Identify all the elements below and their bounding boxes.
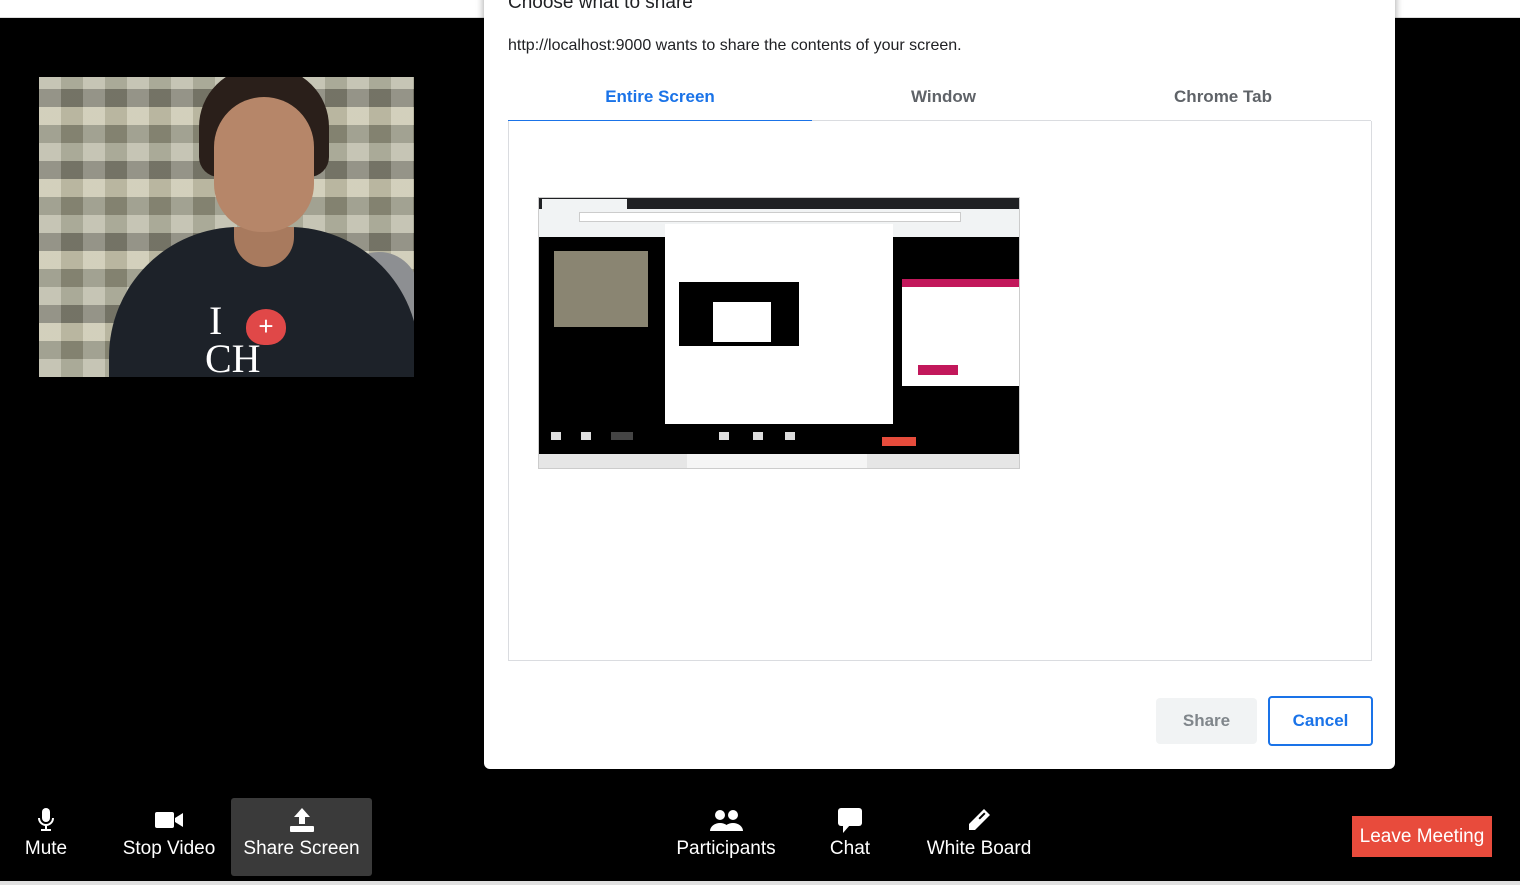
leave-meeting-button[interactable]: Leave Meeting	[1352, 816, 1492, 857]
tab-chrome-tab[interactable]: Chrome Tab	[1075, 76, 1371, 120]
microphone-icon	[38, 808, 54, 831]
share-button[interactable]: Share	[1156, 698, 1257, 744]
entire-screen-thumbnail[interactable]	[538, 197, 1020, 469]
tab-entire-screen[interactable]: Entire Screen	[508, 76, 812, 123]
shirt-heart-icon: +	[246, 309, 286, 345]
thumb-inner-screen	[679, 282, 799, 346]
upload-icon	[289, 808, 314, 832]
white-board-button[interactable]: White Board	[918, 798, 1040, 876]
thumb-icon	[719, 432, 729, 440]
stop-video-label: Stop Video	[122, 838, 216, 859]
self-video-tile: I CH +	[39, 77, 414, 377]
thumb-icon	[611, 432, 633, 440]
white-board-label: White Board	[926, 838, 1032, 859]
person-face	[214, 97, 314, 232]
bottom-edge	[0, 881, 1520, 885]
thumb-icon	[785, 432, 795, 440]
share-screen-label: Share Screen	[243, 838, 360, 859]
cancel-button[interactable]: Cancel	[1268, 696, 1373, 746]
stop-video-button[interactable]: Stop Video	[112, 798, 226, 876]
video-camera-icon	[155, 812, 183, 828]
dialog-title: Choose what to share	[508, 0, 693, 13]
share-tabs: Entire Screen Window Chrome Tab	[508, 76, 1371, 123]
mute-label: Mute	[24, 838, 68, 859]
thumb-tab	[542, 199, 627, 209]
pencil-icon	[969, 809, 990, 830]
participants-button[interactable]: Participants	[670, 798, 782, 876]
chat-label: Chat	[829, 838, 871, 859]
thumb-popup-window	[902, 279, 1019, 386]
thumb-popup-button	[918, 365, 958, 375]
tab-window[interactable]: Window	[812, 76, 1075, 120]
share-screen-button[interactable]: Share Screen	[231, 798, 372, 876]
thumb-leave-button	[882, 437, 916, 446]
thumb-dialog	[665, 224, 893, 424]
chat-button[interactable]: Chat	[818, 798, 882, 876]
thumb-icon	[581, 432, 591, 440]
thumb-video-tile	[554, 251, 648, 327]
share-screen-dialog: Choose what to share http://localhost:90…	[484, 0, 1395, 769]
thumb-inner-dialog	[713, 302, 771, 342]
thumb-icon	[753, 432, 763, 440]
thumb-icon	[551, 432, 561, 440]
mute-button[interactable]: Mute	[10, 798, 82, 876]
dialog-subtitle: http://localhost:9000 wants to share the…	[508, 37, 962, 54]
thumb-toolbar	[539, 430, 1019, 450]
share-source-panel	[508, 121, 1372, 661]
users-icon	[710, 810, 743, 831]
chat-bubble-icon	[838, 808, 862, 833]
participants-label: Participants	[676, 838, 776, 859]
thumb-url-bar	[579, 212, 961, 222]
thumb-taskbar-apps	[687, 454, 867, 468]
